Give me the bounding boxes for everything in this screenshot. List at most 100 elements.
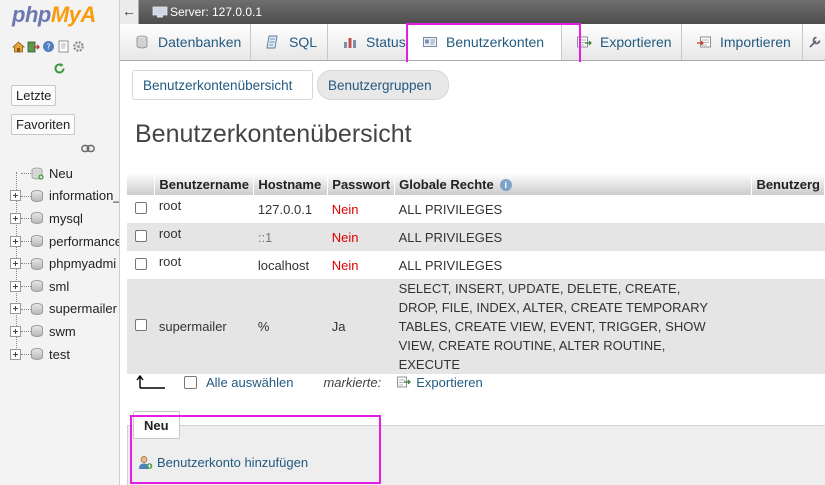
table-row: root localhost Nein ALL PRIVILEGES [127, 251, 825, 279]
tree-item-label: swm [49, 323, 76, 339]
navigation-panel: phpMyA ? Letzte Favoriten Neu informatio… [0, 0, 120, 485]
database-tree: Neu information_ mysql performance phpmy… [0, 162, 119, 366]
tab-export[interactable]: Exportieren [562, 24, 682, 60]
database-icon [31, 280, 43, 293]
table-row: root 127.0.0.1 Nein ALL PRIVILEGES [127, 195, 825, 223]
export-icon [397, 376, 412, 388]
cell-hostname: 127.0.0.1 [253, 195, 328, 223]
cell-global-privileges: SELECT, INSERT, UPDATE, DELETE, CREATE, … [394, 279, 752, 374]
tree-item-database[interactable]: supermailer [0, 298, 119, 321]
row-checkbox[interactable] [134, 229, 147, 242]
database-icon [31, 348, 43, 361]
nav-icon-bar: ? [12, 40, 85, 53]
tree-item-label: supermailer [49, 301, 117, 317]
info-icon[interactable]: i [499, 179, 512, 192]
tree-item-label: test [49, 346, 70, 362]
subtab-user-accounts-overview[interactable]: Benutzerkontenübersicht [132, 70, 313, 100]
cell-password: Nein [327, 195, 395, 223]
cell-username: root [154, 195, 254, 223]
tab-user-accounts[interactable]: Benutzerkonten [408, 24, 562, 60]
tree-item-database[interactable]: swm [0, 320, 119, 343]
expand-plus-icon[interactable] [10, 280, 21, 292]
tab-more[interactable] [803, 24, 825, 60]
tree-item-label: phpmyadmi [49, 256, 117, 272]
add-user-icon [139, 456, 153, 469]
tree-item-label: mysql [49, 210, 83, 226]
tab-databases[interactable]: Datenbanken [120, 24, 251, 60]
row-checkbox-cell [127, 251, 155, 279]
tree-branch [21, 308, 31, 310]
database-icon [136, 35, 148, 49]
gear-icon[interactable] [72, 40, 85, 53]
tab-status[interactable]: Status [328, 24, 408, 60]
expand-plus-icon[interactable] [10, 325, 21, 337]
database-icon [31, 302, 43, 315]
tab-sql[interactable]: SQL [251, 24, 328, 60]
user-accounts-table: Benutzername Hostname Passwort Globale R… [127, 173, 825, 374]
tree-item-database[interactable]: information_ [0, 185, 119, 208]
tree-item-database[interactable]: performance [0, 230, 119, 253]
cell-global-privileges: ALL PRIVILEGES [394, 195, 752, 223]
cell-username: root [154, 223, 254, 251]
expand-plus-icon[interactable] [10, 190, 21, 202]
cell-password: Ja [327, 279, 395, 374]
column-header-user-group: Benutzerg [751, 173, 825, 195]
column-header-password: Passwort [327, 173, 396, 195]
recent-tables-button[interactable]: Letzte [11, 85, 57, 106]
expand-plus-icon[interactable] [10, 348, 21, 360]
tree-item-new[interactable]: Neu [0, 162, 119, 185]
reload-icon[interactable] [53, 62, 66, 75]
server-breadcrumb-link[interactable]: Server: 127.0.0.1 [170, 5, 262, 19]
link-with-main-panel-icon[interactable] [81, 144, 95, 153]
phpmyadmin-logo[interactable]: phpMyA [12, 2, 96, 28]
tree-item-database[interactable]: test [0, 343, 119, 366]
row-checkbox-cell [127, 223, 155, 251]
cell-password: Nein [327, 223, 395, 251]
tab-label: Datenbanken [158, 34, 242, 50]
column-header-username: Benutzername [154, 173, 255, 195]
select-all-label[interactable]: Alle auswählen [206, 375, 293, 390]
tab-label: SQL [289, 34, 318, 50]
tree-branch [21, 240, 31, 242]
add-user-account-link[interactable]: Benutzerkonto hinzufügen [138, 455, 308, 470]
expand-plus-icon[interactable] [10, 303, 21, 315]
cell-username: root [154, 251, 254, 279]
arrow-ltr-icon [136, 374, 165, 389]
import-icon [697, 36, 711, 48]
row-checkbox-cell [127, 195, 155, 223]
tab-label: Benutzerkonten [446, 34, 545, 50]
database-icon [31, 257, 43, 270]
row-checkbox[interactable] [134, 257, 147, 270]
expand-plus-icon[interactable] [10, 212, 21, 224]
cell-global-privileges: ALL PRIVILEGES [394, 223, 752, 251]
table-row: supermailer % Ja SELECT, INSERT, UPDATE,… [127, 279, 825, 374]
documentation-icon[interactable] [57, 40, 70, 53]
tree-branch [21, 263, 31, 265]
sql-icon [266, 35, 278, 49]
help-icon[interactable]: ? [42, 40, 55, 53]
row-checkbox[interactable] [134, 319, 147, 331]
tree-item-label: Neu [49, 165, 73, 181]
expand-plus-icon[interactable] [10, 258, 21, 270]
collapse-navigation-button[interactable]: ← [120, 0, 139, 24]
tab-label: Exportieren [600, 34, 672, 50]
tree-item-database[interactable]: phpmyadmi [0, 252, 119, 275]
select-all-checkbox[interactable] [184, 375, 197, 389]
tab-import[interactable]: Importieren [682, 24, 803, 60]
cell-hostname: localhost [253, 251, 328, 279]
export-selected-link[interactable]: Exportieren [416, 375, 482, 390]
subtab-user-groups[interactable]: Benutzergruppen [317, 70, 449, 100]
row-checkbox[interactable] [134, 201, 147, 214]
tree-item-database[interactable]: sml [0, 275, 119, 298]
tree-item-database[interactable]: mysql [0, 207, 119, 230]
cell-username: supermailer [154, 279, 254, 374]
svg-text:?: ? [46, 43, 50, 52]
tree-item-label: sml [49, 278, 70, 294]
bulk-actions-bar: Alle auswählen markierte: Exportieren [136, 370, 483, 394]
favorite-tables-button[interactable]: Favoriten [11, 114, 76, 135]
export-icon [577, 36, 592, 48]
home-icon[interactable] [12, 40, 25, 53]
logout-icon[interactable] [27, 40, 40, 53]
cell-user-group [751, 195, 825, 223]
expand-plus-icon[interactable] [10, 235, 21, 247]
